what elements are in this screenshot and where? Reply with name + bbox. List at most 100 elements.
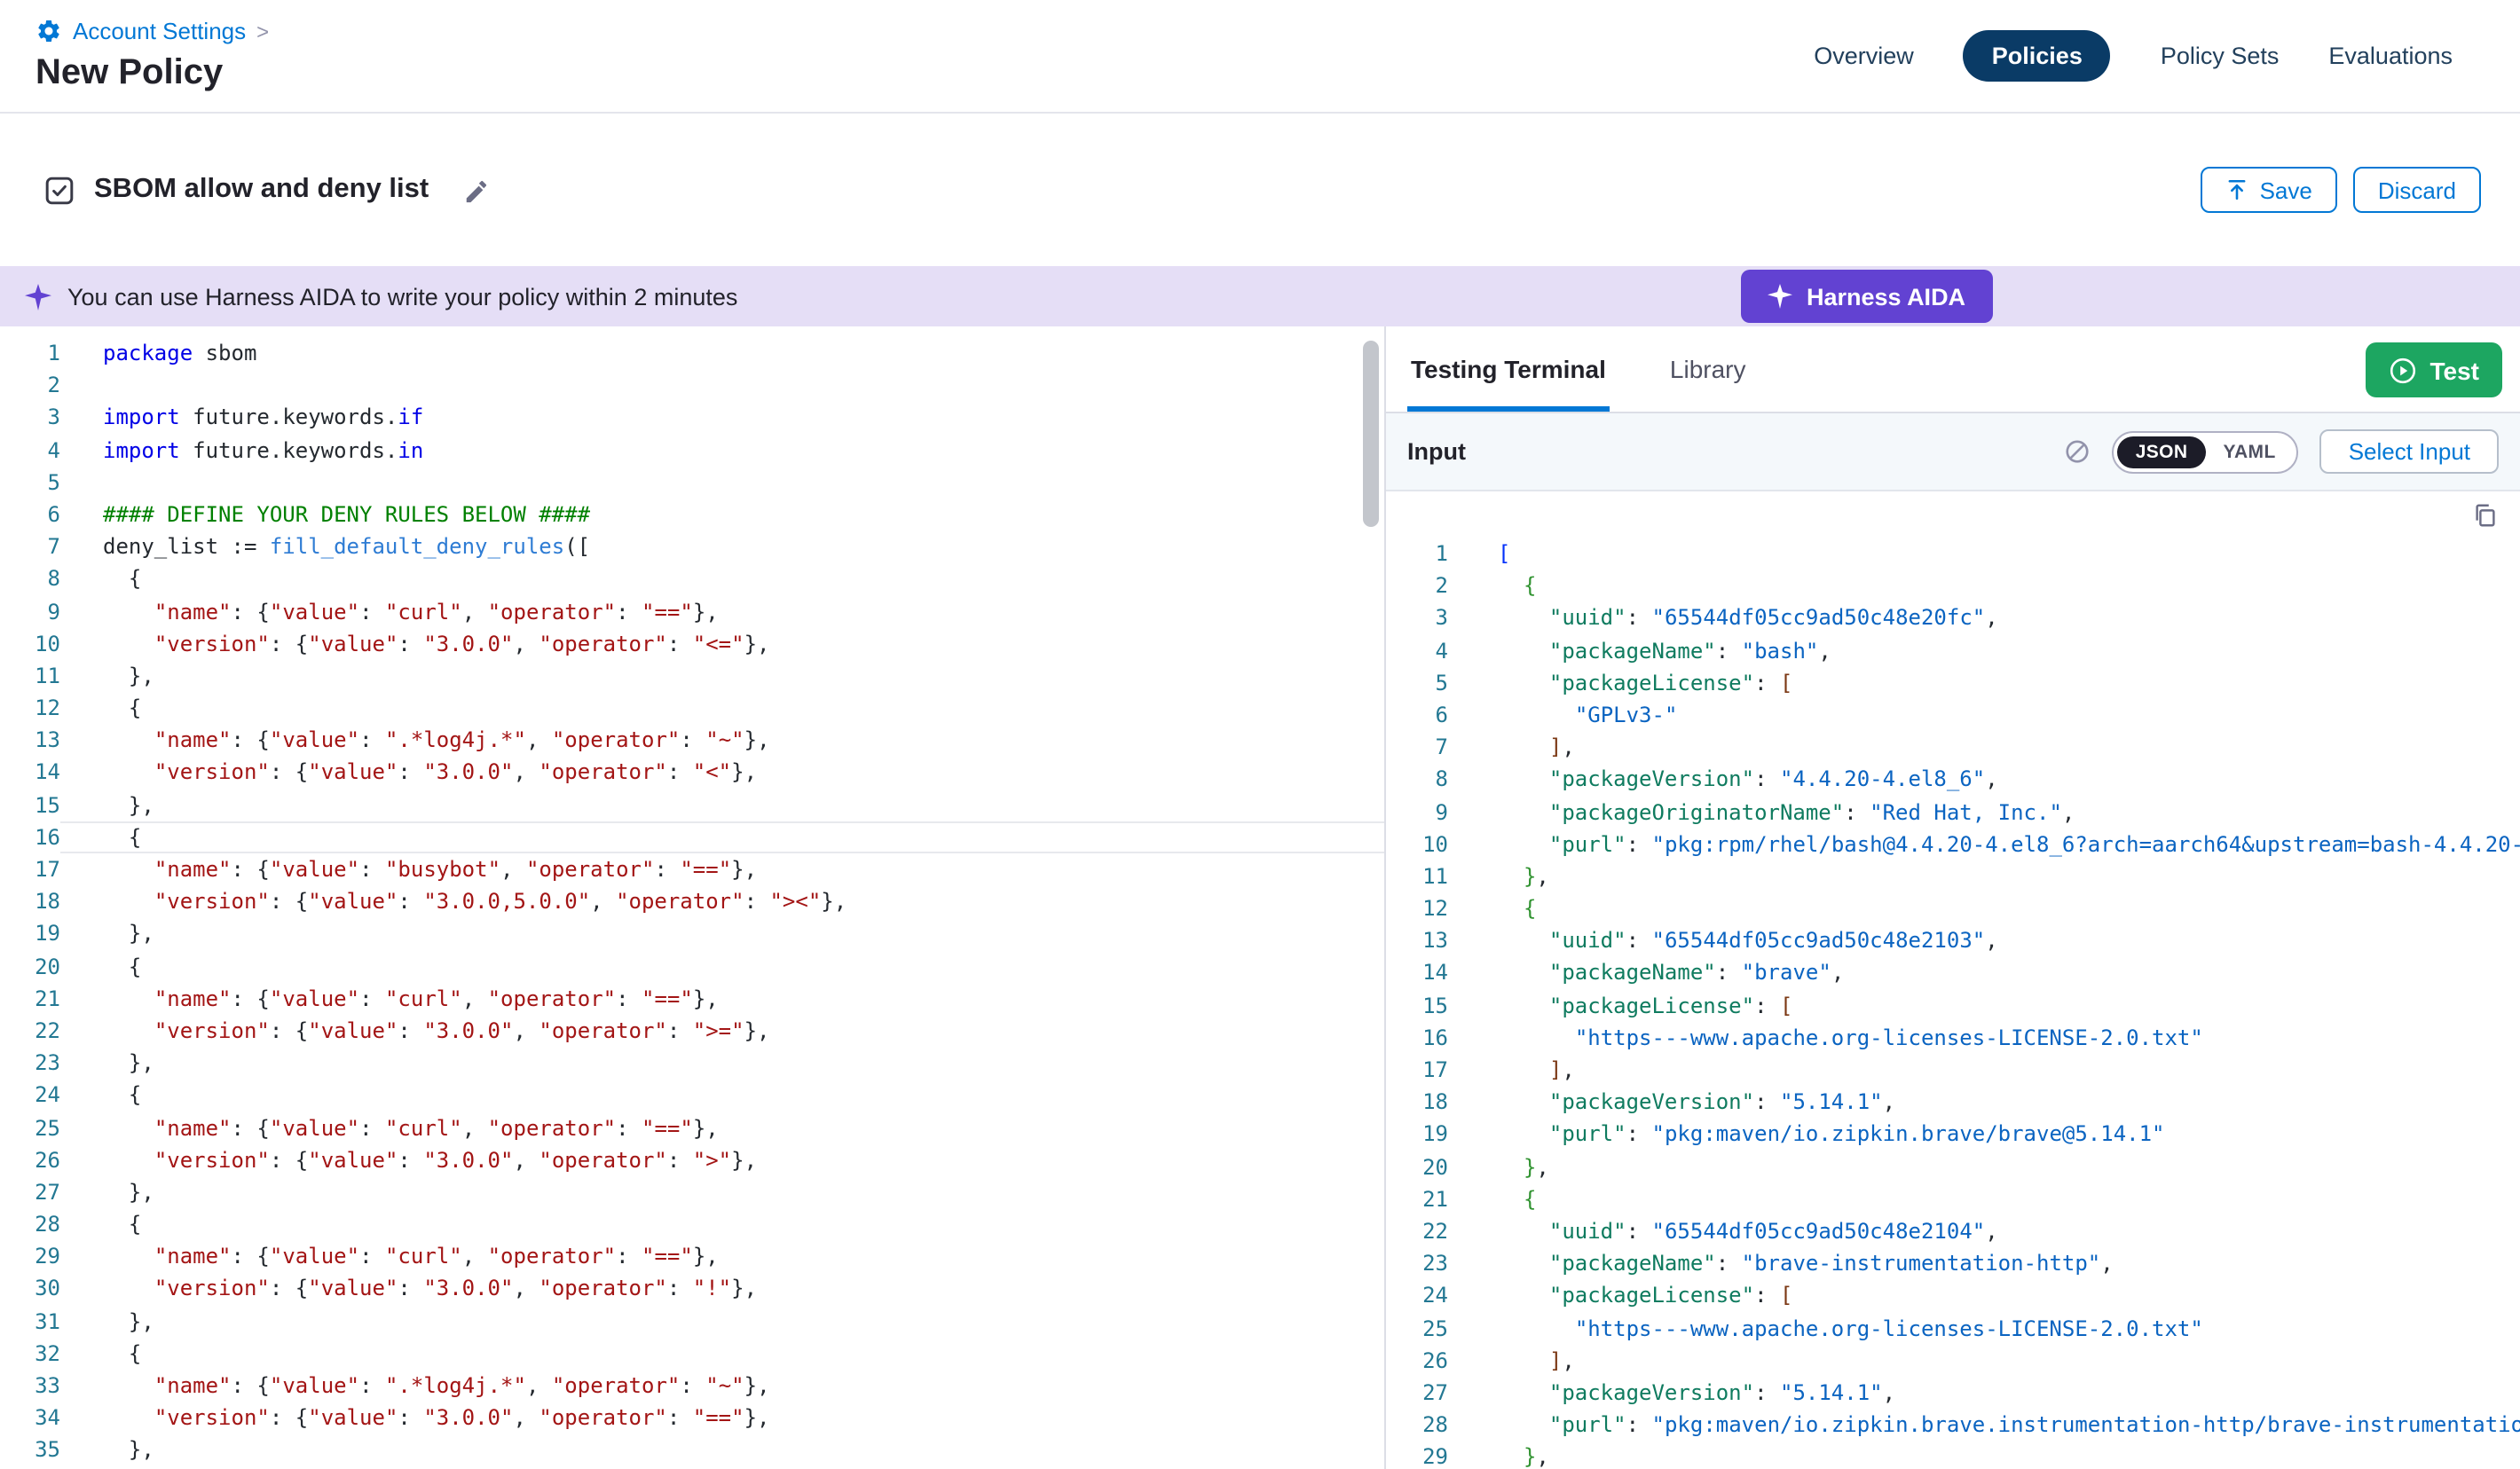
line-number: 22 bbox=[1386, 1215, 1448, 1247]
code-line[interactable]: #### DEFINE YOUR DENY RULES BELOW #### bbox=[60, 499, 1384, 530]
tab-testing-terminal[interactable]: Testing Terminal bbox=[1407, 326, 1610, 412]
save-label: Save bbox=[2260, 177, 2312, 203]
prohibited-icon[interactable] bbox=[2065, 438, 2091, 465]
code-line[interactable]: { bbox=[1448, 1183, 2520, 1215]
code-line[interactable]: deny_list := fill_default_deny_rules([ bbox=[60, 530, 1384, 562]
code-line[interactable]: "name": {"value": "curl", "operator": "=… bbox=[60, 595, 1384, 627]
line-number: 32 bbox=[0, 1338, 60, 1370]
breadcrumb-link[interactable]: Account Settings bbox=[73, 18, 246, 44]
code-line[interactable]: import future.keywords.in bbox=[60, 434, 1384, 466]
code-line[interactable]: }, bbox=[60, 789, 1384, 821]
select-input-button[interactable]: Select Input bbox=[2320, 429, 2499, 474]
code-line[interactable]: "packageVersion": "5.14.1", bbox=[1448, 1086, 2520, 1118]
code-line[interactable]: "GPLv3-" bbox=[1448, 699, 2520, 731]
code-line[interactable]: "version": {"value": "3.0.0", "operator"… bbox=[60, 1402, 1384, 1434]
code-line[interactable]: "https---www.apache.org-licenses-LICENSE… bbox=[1448, 1022, 2520, 1054]
code-line[interactable]: "packageLicense": [ bbox=[1448, 667, 2520, 699]
tab-evaluations[interactable]: Evaluations bbox=[2328, 43, 2453, 69]
code-line[interactable]: "packageName": "brave-instrumentation-ht… bbox=[1448, 1247, 2520, 1279]
code-line[interactable]: "https---www.apache.org-licenses-LICENSE… bbox=[1448, 1312, 2520, 1344]
code-line[interactable]: }, bbox=[60, 1047, 1384, 1079]
code-line[interactable]: ], bbox=[1448, 1344, 2520, 1376]
code-row: 10 "version": {"value": "3.0.0", "operat… bbox=[0, 627, 1384, 659]
line-number: 20 bbox=[0, 950, 60, 982]
code-line[interactable] bbox=[60, 467, 1384, 499]
tab-policy-sets[interactable]: Policy Sets bbox=[2161, 43, 2280, 69]
code-line[interactable]: { bbox=[60, 563, 1384, 595]
code-row: 11 }, bbox=[0, 660, 1384, 692]
code-row: 16 { bbox=[0, 821, 1384, 853]
code-line[interactable]: "packageName": "bash", bbox=[1448, 634, 2520, 666]
pencil-icon[interactable] bbox=[462, 177, 489, 203]
code-line[interactable]: }, bbox=[60, 1434, 1384, 1466]
line-number: 13 bbox=[0, 725, 60, 757]
format-json[interactable]: JSON bbox=[2118, 436, 2206, 467]
code-line[interactable]: }, bbox=[1448, 1442, 2520, 1469]
line-number: 27 bbox=[0, 1176, 60, 1208]
code-line[interactable]: "packageVersion": "4.4.20-4.el8_6", bbox=[1448, 764, 2520, 796]
code-line[interactable]: }, bbox=[60, 918, 1384, 950]
code-line[interactable]: "version": {"value": "3.0.0", "operator"… bbox=[60, 1143, 1384, 1175]
code-line[interactable]: ], bbox=[1448, 731, 2520, 763]
code-line[interactable]: "packageVersion": "5.14.1", bbox=[1448, 1377, 2520, 1409]
copy-icon[interactable] bbox=[2472, 502, 2499, 529]
save-button[interactable]: Save bbox=[2201, 167, 2337, 213]
code-line[interactable]: "version": {"value": "3.0.0", "operator"… bbox=[60, 757, 1384, 789]
policy-code-editor[interactable]: 1package sbom23import future.keywords.if… bbox=[0, 326, 1384, 1469]
code-line[interactable]: }, bbox=[1448, 1151, 2520, 1182]
code-line[interactable]: }, bbox=[60, 1305, 1384, 1337]
code-line[interactable]: "uuid": "65544df05cc9ad50c48e2104", bbox=[1448, 1215, 2520, 1247]
code-line[interactable]: { bbox=[1448, 570, 2520, 601]
tab-overview[interactable]: Overview bbox=[1814, 43, 1914, 69]
code-line[interactable]: { bbox=[1448, 892, 2520, 924]
tab-library[interactable]: Library bbox=[1666, 326, 1750, 412]
discard-button[interactable]: Discard bbox=[2353, 167, 2481, 213]
code-line[interactable]: { bbox=[60, 692, 1384, 724]
code-line[interactable]: ], bbox=[1448, 1054, 2520, 1086]
gear-icon[interactable] bbox=[35, 18, 62, 44]
code-line[interactable]: "packageLicense": [ bbox=[1448, 989, 2520, 1021]
code-line[interactable]: "packageOriginatorName": "Red Hat, Inc."… bbox=[1448, 796, 2520, 828]
code-line[interactable]: { bbox=[60, 1338, 1384, 1370]
terminal-tabs: Testing Terminal Library Test bbox=[1386, 326, 2520, 413]
code-line[interactable]: "name": {"value": "curl", "operator": "=… bbox=[60, 1241, 1384, 1273]
code-line[interactable]: "uuid": "65544df05cc9ad50c48e2103", bbox=[1448, 925, 2520, 957]
code-line[interactable]: package sbom bbox=[60, 337, 1384, 369]
code-line[interactable]: }, bbox=[60, 660, 1384, 692]
code-line[interactable]: }, bbox=[60, 1176, 1384, 1208]
code-line[interactable]: { bbox=[60, 821, 1384, 853]
code-line[interactable]: { bbox=[60, 1208, 1384, 1240]
code-line[interactable]: "purl": "pkg:rpm/rhel/bash@4.4.20-4.el8_… bbox=[1448, 828, 2520, 860]
code-line[interactable]: "purl": "pkg:maven/io.zipkin.brave.instr… bbox=[1448, 1409, 2520, 1441]
format-yaml[interactable]: YAML bbox=[2206, 436, 2294, 467]
upload-icon bbox=[2226, 177, 2249, 202]
line-number: 25 bbox=[1386, 1312, 1448, 1344]
code-line[interactable]: import future.keywords.if bbox=[60, 402, 1384, 434]
code-line[interactable]: "name": {"value": ".*log4j.*", "operator… bbox=[60, 725, 1384, 757]
harness-aida-button[interactable]: Harness AIDA bbox=[1741, 270, 1992, 323]
code-line[interactable]: "packageName": "brave", bbox=[1448, 957, 2520, 989]
line-number: 30 bbox=[0, 1273, 60, 1305]
code-line[interactable]: "name": {"value": "curl", "operator": "=… bbox=[60, 1112, 1384, 1143]
code-line[interactable]: { bbox=[60, 1080, 1384, 1112]
tab-policies[interactable]: Policies bbox=[1964, 30, 2111, 82]
code-line[interactable]: "name": {"value": "busybot", "operator":… bbox=[60, 853, 1384, 885]
code-line[interactable]: [ bbox=[1448, 538, 2520, 570]
code-line[interactable]: "packageLicense": [ bbox=[1448, 1280, 2520, 1312]
code-line[interactable]: "name": {"value": ".*log4j.*", "operator… bbox=[60, 1370, 1384, 1402]
code-line[interactable]: "version": {"value": "3.0.0,5.0.0", "ope… bbox=[60, 885, 1384, 917]
code-line[interactable]: "purl": "pkg:maven/io.zipkin.brave/brave… bbox=[1448, 1119, 2520, 1151]
code-line[interactable] bbox=[60, 369, 1384, 401]
editor-scrollbar[interactable] bbox=[1363, 341, 1379, 527]
code-line[interactable]: { bbox=[60, 950, 1384, 982]
code-line[interactable]: "version": {"value": "3.0.0", "operator"… bbox=[60, 1273, 1384, 1305]
code-line[interactable]: "uuid": "65544df05cc9ad50c48e20fc", bbox=[1448, 602, 2520, 634]
code-line[interactable]: "name": {"value": "curl", "operator": "=… bbox=[60, 983, 1384, 1015]
code-line[interactable]: "version": {"value": "3.0.0", "operator"… bbox=[60, 1015, 1384, 1047]
code-line[interactable]: }, bbox=[1448, 860, 2520, 892]
input-json-viewer[interactable]: 1[2 {3 "uuid": "65544df05cc9ad50c48e20fc… bbox=[1386, 491, 2520, 1469]
code-row: 32 { bbox=[0, 1338, 1384, 1370]
code-line[interactable]: "version": {"value": "3.0.0", "operator"… bbox=[60, 627, 1384, 659]
code-row: 12 { bbox=[0, 692, 1384, 724]
test-button[interactable]: Test bbox=[2366, 342, 2503, 397]
